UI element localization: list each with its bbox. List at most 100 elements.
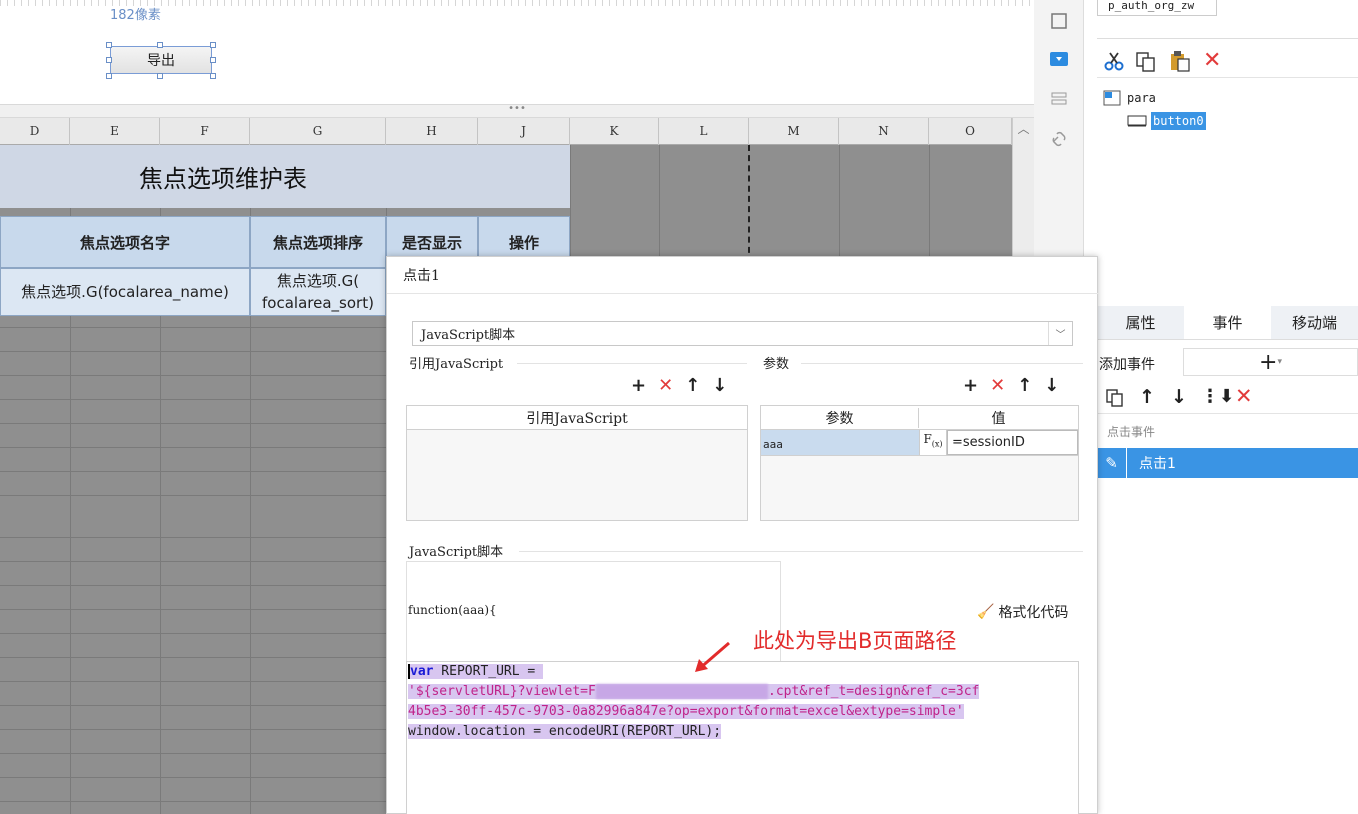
code-text: '${servletURL}?viewlet=F [408, 684, 596, 699]
export-button[interactable]: 导出 [110, 46, 212, 74]
broom-icon: 🧹 [977, 604, 995, 620]
column-header[interactable]: D [0, 118, 70, 145]
column-header[interactable]: O [929, 118, 1012, 145]
tab-properties[interactable]: 属性 [1097, 306, 1184, 339]
widget-settings-icon[interactable] [1048, 48, 1070, 70]
column-header[interactable]: N [839, 118, 929, 145]
resize-handle[interactable] [106, 57, 112, 63]
edit-icon[interactable]: ✎ [1097, 448, 1127, 478]
redacted-path: XXXXXXXXXXXXXXXXXXXXXX [595, 684, 769, 699]
script-section-label: JavaScript脚本 [409, 545, 504, 560]
param-section-label: 参数 [763, 357, 790, 372]
plus-icon: + [1259, 349, 1278, 375]
data-cell-sort[interactable]: 焦点选项.G( focalarea_sort) [250, 268, 386, 316]
column-header[interactable]: L [659, 118, 749, 145]
add-event-label: 添加事件 [1099, 357, 1155, 373]
code-text: window.location = encodeURI(REPORT_URL); [408, 724, 722, 739]
panel-tabs: 属性 事件 移动端 [1097, 306, 1358, 340]
event-dialog: 点击1 JavaScript脚本 ﹀ 引用JavaScript + ✕ ↑ ↓ … [386, 256, 1099, 814]
resize-handle[interactable] [157, 42, 163, 48]
column-header[interactable]: J [478, 118, 570, 145]
add-icon[interactable]: + [963, 375, 978, 396]
move-down-icon[interactable]: ↓ [1171, 386, 1187, 408]
code-text: .cpt&ref_t=design&ref_c=3cf [768, 684, 980, 699]
tree-node-button0[interactable]: button0 [1127, 112, 1206, 130]
delete-icon[interactable]: ✕ [1203, 48, 1221, 73]
move-down-icon[interactable]: ↓ [712, 375, 727, 396]
move-up-icon[interactable]: ↑ [1017, 375, 1032, 396]
tab-mobile[interactable]: 移动端 [1271, 306, 1358, 339]
header-cell-name[interactable]: 焦点选项名字 [0, 216, 250, 268]
column-header[interactable]: E [70, 118, 160, 145]
delete-icon[interactable]: ✕ [990, 375, 1005, 396]
param-table[interactable]: 参数 值 aaa F(x) =sessionID [760, 405, 1079, 521]
tab-events[interactable]: 事件 [1184, 306, 1271, 339]
widget-frame-icon[interactable] [1048, 10, 1070, 32]
button-widget-icon [1127, 115, 1147, 127]
resize-handle[interactable] [106, 42, 112, 48]
ref-js-table[interactable]: 引用JavaScript [406, 405, 748, 521]
add-event-row: 添加事件 + ▾ [1097, 348, 1358, 378]
add-icon[interactable]: + [631, 375, 646, 396]
pixel-size-label: 182像素 [110, 8, 161, 23]
annotation-arrow-icon [693, 639, 733, 677]
event-item-label: 点击1 [1139, 456, 1176, 472]
move-up-icon[interactable]: ↑ [685, 375, 700, 396]
delete-icon[interactable]: ✕ [658, 375, 673, 396]
header-cell-sort[interactable]: 焦点选项排序 [250, 216, 386, 268]
column-header-bar: D E F G H J K L M N O [0, 118, 1034, 145]
chevron-down-icon: ▾ [1277, 357, 1282, 367]
move-down-icon[interactable]: ↓ [1044, 375, 1059, 396]
splitter-dots: ••• [508, 103, 526, 114]
tree-node-label: para [1127, 91, 1156, 105]
scroll-up-icon[interactable]: ︿ [1013, 120, 1034, 137]
copy-icon[interactable] [1135, 51, 1157, 77]
copy-icon[interactable] [1105, 388, 1125, 412]
function-signature: function(aaa){ [408, 603, 497, 617]
script-type-value: JavaScript脚本 [421, 328, 516, 343]
paste-icon[interactable] [1169, 50, 1191, 76]
code-text: 4b5e3-30ff-457c-9703-0a82996a847e?op=exp… [408, 704, 964, 719]
column-header[interactable]: F [160, 118, 250, 145]
designer-parameter-panel: 182像素 导出 [0, 0, 1034, 104]
tree-node-label: button0 [1151, 112, 1206, 130]
column-header[interactable]: H [386, 118, 478, 145]
data-cell-name[interactable]: 焦点选项.G(focalarea_name) [0, 268, 250, 316]
event-toolbar: ↑ ↓ ⋮⬇ ✕ [1097, 384, 1358, 414]
event-group-header: 点击事件 [1107, 425, 1156, 439]
form-icon [1103, 90, 1121, 106]
formula-icon[interactable]: F(x) [919, 430, 947, 455]
column-header[interactable]: G [250, 118, 386, 145]
param-value-header: 值 [991, 410, 1006, 427]
chevron-down-icon[interactable]: ﹀ [1048, 322, 1072, 345]
sheet-title-cell[interactable]: 焦点选项维护表 [0, 145, 570, 208]
layer-icon[interactable] [1048, 88, 1070, 110]
code-keyword: var [408, 664, 434, 679]
column-header[interactable]: M [749, 118, 839, 145]
script-type-select[interactable]: JavaScript脚本 ﹀ [412, 321, 1073, 346]
param-name-cell[interactable]: aaa [761, 430, 919, 455]
code-editor[interactable]: var REPORT_URL = '${servletURL}?viewlet=… [406, 661, 1079, 814]
link-icon[interactable] [1048, 128, 1070, 150]
template-name-field[interactable]: p_auth_org_zw [1097, 0, 1217, 16]
resize-handle[interactable] [210, 57, 216, 63]
add-event-button[interactable]: + ▾ [1183, 348, 1358, 376]
delete-icon[interactable]: ✕ [1235, 384, 1253, 408]
cut-icon[interactable] [1103, 50, 1125, 76]
widget-toolbar: ✕ [1097, 44, 1358, 78]
annotation-text: 此处为导出B页面路径 [753, 629, 957, 653]
resize-handle[interactable] [210, 42, 216, 48]
event-item-click1[interactable]: ✎ 点击1 [1097, 448, 1358, 478]
param-value-cell[interactable]: =sessionID [947, 430, 1078, 455]
panel-splitter[interactable]: ••• [0, 104, 1034, 118]
move-up-icon[interactable]: ↑ [1139, 386, 1155, 408]
resize-handle[interactable] [106, 73, 112, 79]
param-name-header: 参数 [761, 407, 919, 428]
column-header[interactable]: K [570, 118, 659, 145]
tree-node-root[interactable]: para [1103, 90, 1156, 106]
move-bottom-icon[interactable]: ⋮⬇ [1201, 386, 1234, 407]
resize-handle[interactable] [157, 73, 163, 79]
resize-handle[interactable] [210, 73, 216, 79]
format-code-button[interactable]: 🧹 格式化代码 [977, 602, 1068, 622]
code-text: REPORT_URL = [433, 664, 536, 679]
